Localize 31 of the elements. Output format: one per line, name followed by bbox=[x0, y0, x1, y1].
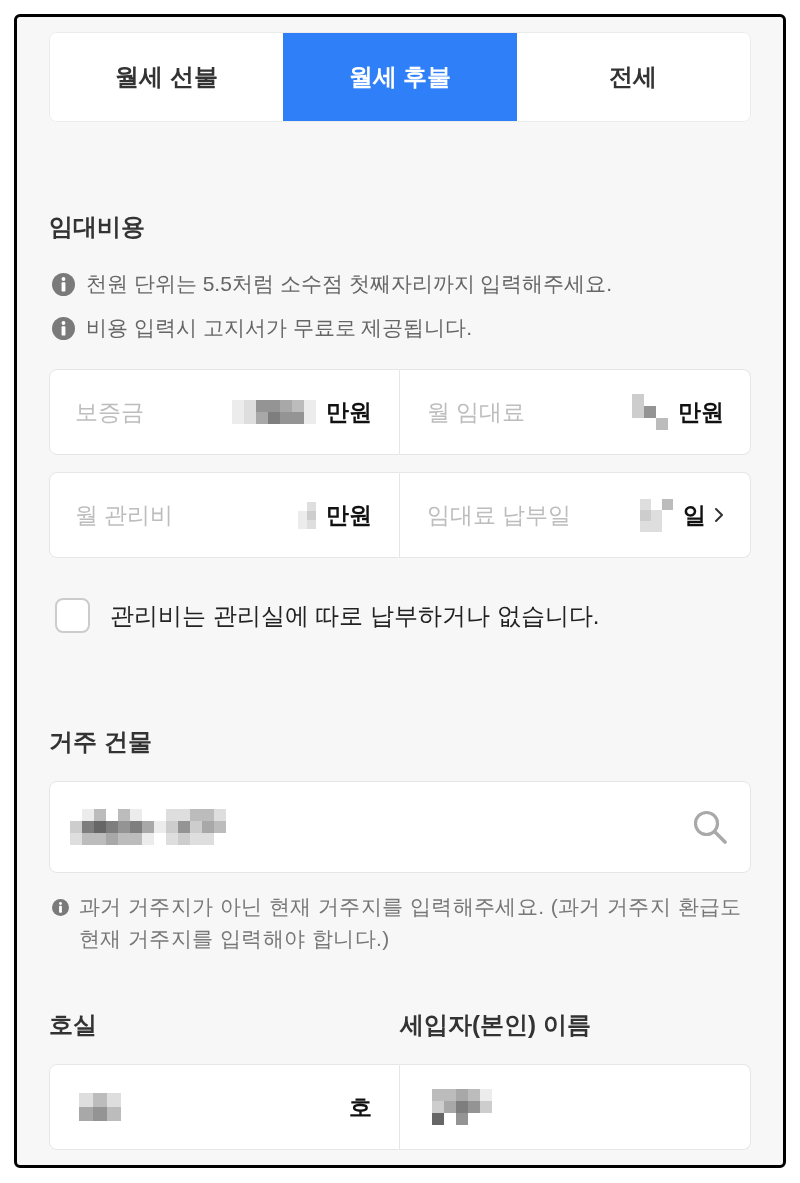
input-field[interactable] bbox=[400, 1064, 751, 1150]
field-label: 월 임대료 bbox=[427, 397, 526, 427]
amount-field[interactable]: 월 임대료 만원 bbox=[400, 369, 751, 455]
info-icon bbox=[52, 272, 75, 296]
chevron-right-icon bbox=[714, 507, 724, 523]
unit-label: 만원 bbox=[326, 500, 372, 530]
field-label: 임대료 납부일 bbox=[427, 500, 572, 530]
checkbox-label: 관리비는 관리실에 따로 납부하거나 없습니다. bbox=[110, 600, 600, 631]
search-icon bbox=[693, 810, 727, 844]
info-note: 비용 입력시 고지서가 무료로 제공됩니다. bbox=[86, 315, 473, 341]
field-label: 월 관리비 bbox=[75, 500, 174, 530]
unit-label: 만원 bbox=[678, 397, 724, 427]
section-heading: 거주 건물 bbox=[49, 727, 153, 757]
unit-label: 만원 bbox=[326, 397, 372, 427]
input-field[interactable]: 호 bbox=[49, 1064, 400, 1150]
amount-field[interactable]: 월 관리비 만원 bbox=[49, 472, 400, 558]
amount-field[interactable]: 보증금 만원 bbox=[49, 369, 400, 455]
info-icon bbox=[52, 899, 69, 916]
section-heading: 임대비용 bbox=[49, 212, 146, 242]
tab[interactable]: 월세 후불 bbox=[283, 33, 517, 121]
unit-label: 호 bbox=[349, 1092, 372, 1122]
day-picker-field[interactable]: 임대료 납부일 일 bbox=[400, 472, 751, 558]
field-heading: 세입자(본인) 이름 bbox=[400, 1010, 591, 1040]
info-note: 천원 단위는 5.5처럼 소수점 첫째자리까지 입력해주세요. bbox=[86, 271, 613, 297]
info-note: 과거 거주지가 아닌 현재 거주지를 입력해주세요. (과거 거주지 환급도 현재 거주지를 입력해야 합니다.) bbox=[79, 894, 743, 952]
unit-label: 일 bbox=[683, 500, 706, 530]
field-heading: 호실 bbox=[49, 1010, 97, 1040]
checkbox[interactable] bbox=[55, 598, 90, 633]
search-field[interactable] bbox=[49, 781, 751, 873]
field-label: 보증금 bbox=[75, 397, 144, 427]
info-icon bbox=[52, 316, 75, 340]
